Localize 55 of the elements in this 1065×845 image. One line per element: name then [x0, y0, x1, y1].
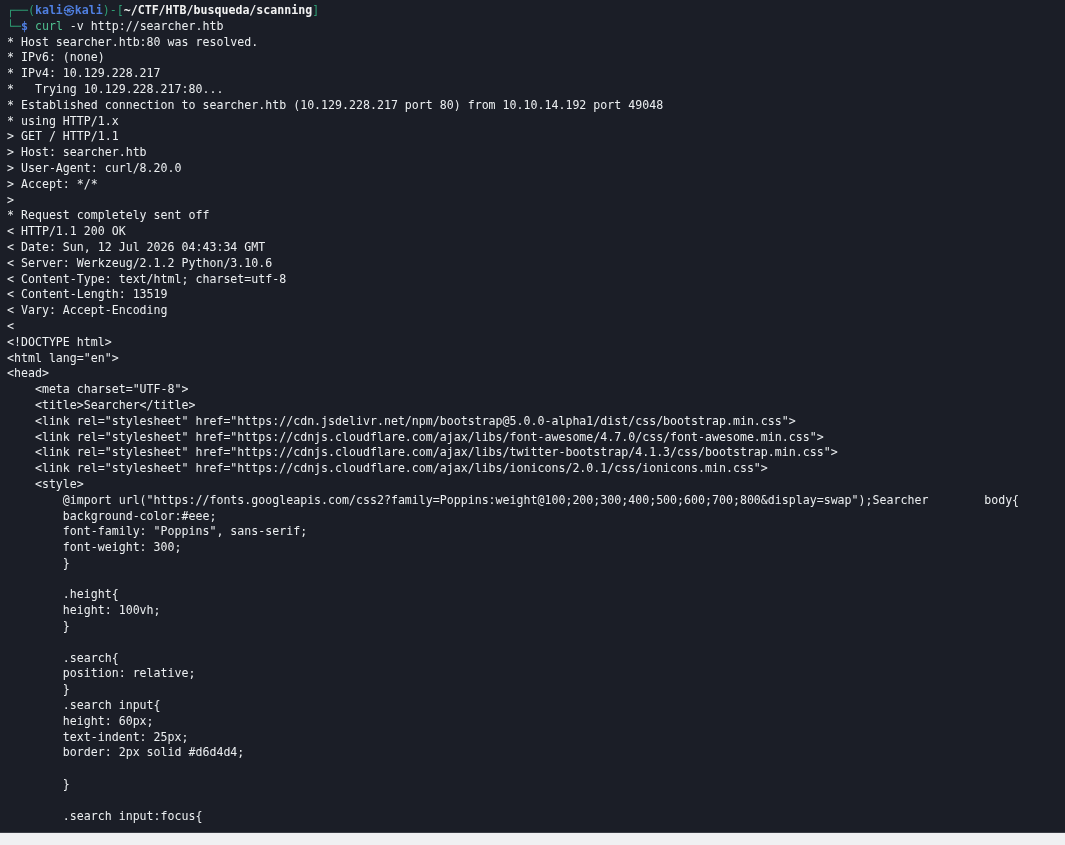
output-line: < Content-Type: text/html; charset=utf-8: [7, 271, 288, 288]
output-line: height: 100vh;: [61, 603, 162, 620]
output-line: font-family: "Poppins", sans-serif;: [61, 524, 309, 541]
output-line: > Host: searcher.htb: [7, 145, 148, 161]
output-line: <!DOCTYPE html>: [7, 334, 113, 351]
output-line: * Host searcher.htb:80 was resolved.: [7, 34, 260, 51]
output-line: <link rel="stylesheet" href="https://cdn.jsdelivr.net/npm/bootstrap@5.0.0-alpha1/dist/css/bootstrap.min.css">: [33, 413, 797, 430]
output-line: <head>: [7, 366, 50, 383]
output-line: <style>: [33, 476, 85, 493]
output-line: >: [7, 192, 15, 209]
output-line: @import url("https://fonts.googleapis.com/css2?family=Poppins:weight@100;200;300;400;500;600;700;800&display=swap");Searcher body{: [61, 492, 1021, 509]
output-line: .height{: [61, 587, 120, 604]
output-line: < Content-Length: 13519: [7, 287, 169, 304]
output-line: * Request completely sent off: [7, 208, 211, 225]
prompt-user-host: kali㉿kali: [34, 3, 103, 17]
output-line: * IPv6: (none): [7, 50, 106, 67]
output-line: < Server: Werkzeug/2.1.2 Python/3.10.6: [7, 255, 274, 272]
prompt-frame: ┌──(: [7, 3, 35, 17]
output-line: }: [61, 682, 71, 699]
prompt-symbol: $: [20, 18, 28, 33]
output-line: text-indent: 25px;: [61, 729, 190, 746]
output-line: }: [61, 619, 71, 635]
output-line: .search{: [61, 650, 120, 667]
output-line: <link rel="stylesheet" href="https://cdnjs.cloudflare.com/ajax/libs/twitter-bootstrap/4.1.3/css/bootstrap.min.css">: [33, 445, 839, 462]
output-line: <: [7, 318, 15, 335]
output-line: position: relative;: [61, 666, 197, 683]
output-line: font-weight: 300;: [61, 540, 183, 556]
output-line: > Accept: */*: [7, 176, 99, 193]
output-line: <meta charset="UTF-8">: [33, 382, 190, 398]
output-line: .search input:focus{: [61, 808, 204, 825]
output-line: < HTTP/1.1 200 OK: [7, 224, 127, 240]
output-line: * Established connection to searcher.htb (10.129.228.217 port 80) from 10.10.14.192 port 49048: [7, 97, 665, 114]
output-line: .search input{: [61, 698, 162, 714]
command-arguments: -v http://searcher.htb: [69, 18, 224, 33]
output-line: background-color:#eee;: [61, 508, 218, 525]
output-line: < Date: Sun, 12 Jul 2026 04:43:34 GMT: [7, 239, 267, 256]
output-line: > GET / HTTP/1.1: [7, 129, 120, 146]
output-line: border: 2px solid #d6d4d4;: [61, 745, 246, 762]
output-line: * Trying 10.129.228.217:80...: [7, 82, 225, 98]
output-line: }: [61, 555, 71, 572]
prompt-path: ~/CTF/HTB/busqueda/scanning: [123, 3, 313, 17]
output-line: <link rel="stylesheet" href="https://cdnjs.cloudflare.com/ajax/libs/font-awesome/4.7.0/css/font-awesome.min.css">: [33, 429, 825, 446]
prompt-frame: └─: [7, 18, 21, 33]
output-line: > User-Agent: curl/8.20.0: [7, 160, 183, 177]
output-line: <html lang="en">: [7, 350, 120, 367]
prompt-frame: )-[: [102, 3, 124, 17]
command-name: curl: [34, 18, 63, 33]
output-line: < Vary: Accept-Encoding: [7, 303, 169, 319]
output-line: * using HTTP/1.x: [7, 113, 120, 130]
prompt-frame: ]: [312, 3, 320, 17]
output-line: <link rel="stylesheet" href="https://cdnjs.cloudflare.com/ajax/libs/ionicons/2.0.1/css/ionicons.min.css">: [33, 461, 769, 477]
output-line: <title>Searcher</title>: [33, 397, 197, 414]
output-line: * IPv4: 10.129.228.217: [7, 66, 162, 82]
output-line: height: 60px;: [61, 713, 155, 730]
output-line: }: [61, 777, 71, 793]
